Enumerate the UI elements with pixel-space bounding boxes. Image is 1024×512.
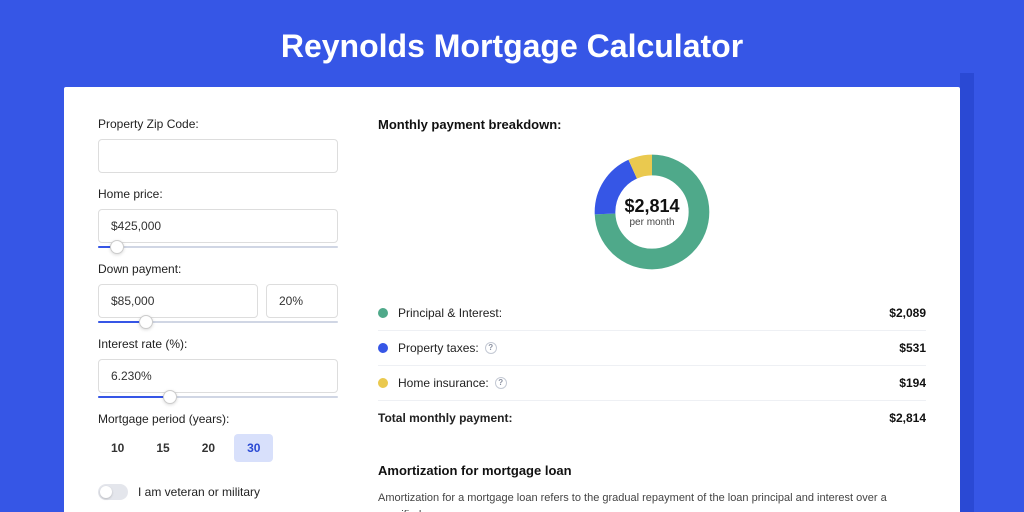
down-payment-slider[interactable] <box>98 321 338 323</box>
zip-label: Property Zip Code: <box>98 117 338 131</box>
toggle-knob <box>100 486 112 498</box>
period-button-10[interactable]: 10 <box>98 434 137 462</box>
info-icon[interactable]: ? <box>485 342 497 354</box>
slider-thumb[interactable] <box>139 315 153 329</box>
breakdown-title: Monthly payment breakdown: <box>378 117 926 132</box>
slider-thumb[interactable] <box>110 240 124 254</box>
legend-dot-icon <box>378 378 388 388</box>
down-payment-pct-input[interactable] <box>266 284 338 318</box>
amortization-title: Amortization for mortgage loan <box>378 463 926 478</box>
donut-center-sub: per month <box>629 217 674 228</box>
legend-value: $2,089 <box>889 306 926 320</box>
legend-label-text: Home insurance: <box>398 376 489 390</box>
period-button-15[interactable]: 15 <box>143 434 182 462</box>
donut-center-amount: $2,814 <box>624 196 679 217</box>
info-icon[interactable]: ? <box>495 377 507 389</box>
period-button-30[interactable]: 30 <box>234 434 273 462</box>
legend-value: $194 <box>899 376 926 390</box>
home-price-slider[interactable] <box>98 246 338 248</box>
donut-chart-wrap: $2,814 per month <box>378 144 926 282</box>
period-button-20[interactable]: 20 <box>189 434 228 462</box>
legend-row-taxes: Property taxes: ? $531 <box>378 331 926 366</box>
legend-dot-icon <box>378 343 388 353</box>
legend-value: $2,814 <box>889 411 926 425</box>
amortization-section: Amortization for mortgage loan Amortizat… <box>378 463 926 512</box>
mortgage-period-label: Mortgage period (years): <box>98 412 338 426</box>
interest-rate-input[interactable] <box>98 359 338 393</box>
donut-chart: $2,814 per month <box>590 150 714 274</box>
down-payment-input[interactable] <box>98 284 258 318</box>
inputs-column: Property Zip Code: Home price: Down paym… <box>98 117 338 512</box>
legend-row-total: Total monthly payment: $2,814 <box>378 401 926 435</box>
mortgage-period-group: 10 15 20 30 <box>98 434 338 462</box>
home-price-label: Home price: <box>98 187 338 201</box>
legend-label: Property taxes: ? <box>398 341 899 355</box>
legend-value: $531 <box>899 341 926 355</box>
interest-rate-label: Interest rate (%): <box>98 337 338 351</box>
slider-thumb[interactable] <box>163 390 177 404</box>
legend-row-principal: Principal & Interest: $2,089 <box>378 296 926 331</box>
amortization-text: Amortization for a mortgage loan refers … <box>378 490 926 512</box>
interest-rate-slider[interactable] <box>98 396 338 398</box>
legend-label: Total monthly payment: <box>378 411 889 425</box>
legend-row-insurance: Home insurance: ? $194 <box>378 366 926 401</box>
card-shadow <box>960 73 974 512</box>
home-price-input[interactable] <box>98 209 338 243</box>
veteran-toggle-label: I am veteran or military <box>138 485 260 499</box>
down-payment-label: Down payment: <box>98 262 338 276</box>
legend-dot-icon <box>378 308 388 318</box>
breakdown-legend: Principal & Interest: $2,089 Property ta… <box>378 296 926 435</box>
page-title: Reynolds Mortgage Calculator <box>0 0 1024 87</box>
zip-input[interactable] <box>98 139 338 173</box>
veteran-toggle[interactable] <box>98 484 128 500</box>
calculator-card: Property Zip Code: Home price: Down paym… <box>64 87 960 512</box>
legend-label: Principal & Interest: <box>398 306 889 320</box>
legend-label-text: Property taxes: <box>398 341 479 355</box>
results-column: Monthly payment breakdown: $2,814 per mo… <box>378 117 926 512</box>
legend-label: Home insurance: ? <box>398 376 899 390</box>
